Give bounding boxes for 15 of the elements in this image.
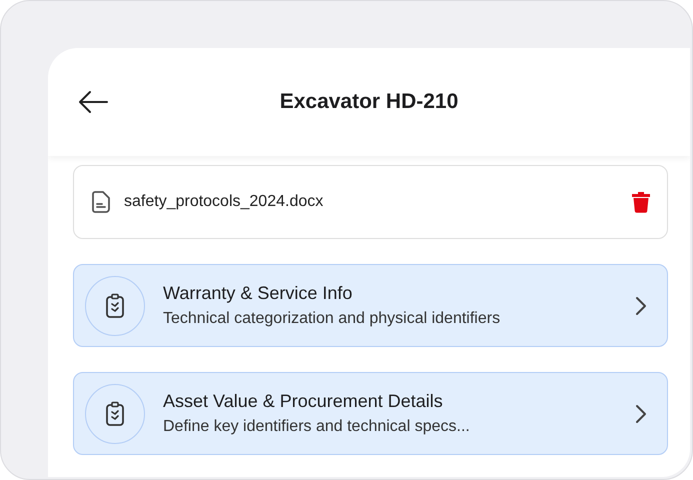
file-name: safety_protocols_2024.docx: [124, 193, 324, 211]
delete-button[interactable]: [631, 191, 651, 213]
chevron-right-icon: [635, 296, 647, 316]
section-card[interactable]: Asset Value & Procurement Details Define key identifiers and technical specs...: [73, 372, 668, 455]
chevron-right-icon: [635, 404, 647, 424]
screen-title: Excavator HD-210: [280, 90, 458, 114]
clipboard-check-icon: [85, 276, 145, 336]
clipboard-check-icon: [85, 384, 145, 444]
section-description: Technical categorization and physical identifiers: [163, 310, 502, 328]
back-button[interactable]: [78, 90, 108, 114]
section-title: Asset Value & Procurement Details: [163, 391, 444, 412]
section-title: Warranty & Service Info: [163, 283, 354, 304]
section-description: Define key identifiers and technical specs...: [163, 418, 471, 436]
section-card[interactable]: Warranty & Service Info Technical categorization and physical identifiers: [73, 264, 668, 347]
document-icon: [92, 191, 110, 213]
